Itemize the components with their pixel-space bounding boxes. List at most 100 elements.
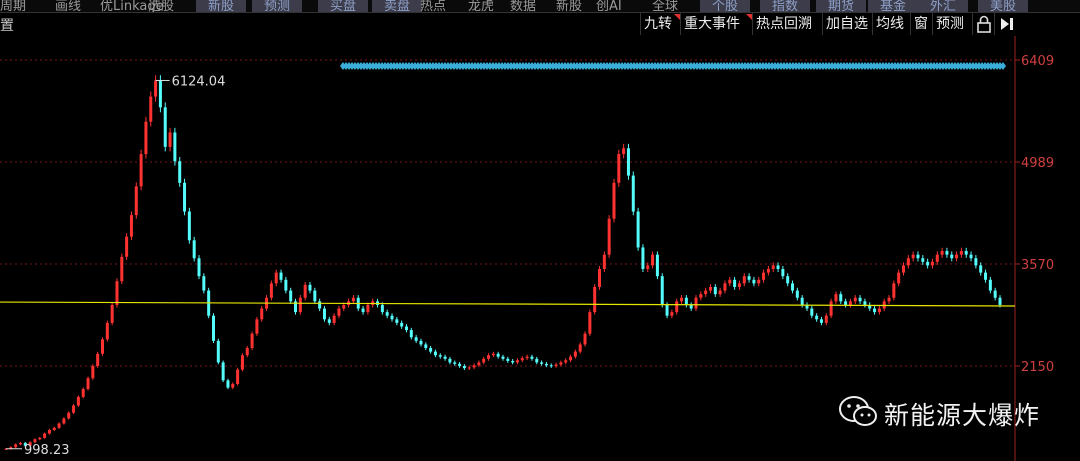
candle-body — [959, 251, 963, 255]
candle-body — [279, 272, 283, 280]
candle-body — [651, 254, 655, 266]
candle-body — [588, 312, 592, 334]
candle-body — [569, 356, 573, 361]
candle-body — [559, 362, 563, 365]
candle-body — [892, 283, 896, 298]
candle-body — [129, 215, 133, 237]
candle-body — [409, 330, 413, 338]
candle-body — [535, 358, 539, 363]
candle-body — [665, 304, 669, 316]
candle-body — [515, 360, 519, 363]
toolbar-button-4[interactable]: 均线 — [872, 13, 911, 35]
candle-body — [660, 276, 664, 305]
candle-body — [950, 254, 954, 259]
candle-body — [298, 297, 302, 313]
candle-body — [120, 256, 124, 282]
candle-body — [385, 312, 389, 316]
candle-body — [540, 362, 544, 364]
candle-body — [776, 265, 780, 270]
toolbar-button-2[interactable]: 热点回溯 — [752, 13, 823, 35]
candle-body — [733, 279, 737, 287]
candle-body — [144, 121, 148, 155]
candle-body — [863, 301, 867, 305]
candle-body — [424, 344, 428, 349]
y-tick-label: 3570 — [1021, 258, 1054, 273]
candle-body — [303, 284, 307, 298]
candle-body — [626, 148, 630, 176]
toolbar-button-3[interactable]: 加自选 — [822, 13, 873, 35]
candle-body — [14, 444, 18, 448]
candle-body — [829, 301, 833, 316]
candle-body — [887, 297, 891, 302]
candle-body — [718, 290, 722, 295]
candle-body — [458, 363, 462, 366]
candle-body — [598, 269, 602, 287]
wechat-icon — [839, 396, 877, 426]
candle-body — [187, 211, 191, 241]
candle-body — [67, 412, 71, 419]
candle-body — [858, 297, 862, 302]
candle-body — [583, 333, 587, 345]
toolbar-button-0[interactable]: 九转 — [640, 13, 681, 35]
candle-body — [844, 301, 848, 305]
y-tick-label: 6409 — [1021, 54, 1054, 69]
candle-body — [110, 304, 114, 323]
candle-body — [955, 254, 959, 259]
toolbar-button-5[interactable]: 窗 — [910, 13, 933, 35]
candle-body — [400, 322, 404, 327]
candle-body — [795, 290, 799, 298]
candle-body — [327, 319, 331, 323]
candle-body — [163, 107, 167, 147]
candle-body — [824, 315, 828, 323]
candle-body — [149, 96, 153, 122]
candle-body — [183, 182, 187, 212]
candle-body — [255, 319, 259, 334]
high-label: 6124.04 — [172, 74, 226, 89]
candle-body — [573, 351, 577, 357]
candle-body — [940, 251, 944, 255]
candle-body — [404, 326, 408, 331]
candle-body — [192, 240, 196, 259]
candle-body — [675, 301, 679, 313]
candle-body — [815, 315, 819, 320]
candle-body — [670, 312, 674, 316]
candle-body — [342, 304, 346, 309]
candle-body — [873, 308, 877, 313]
candle-body — [631, 175, 635, 212]
candle-body — [202, 276, 206, 291]
candle-body — [269, 283, 273, 298]
toolbar-button-label: 预测 — [936, 16, 964, 32]
candle-body — [636, 211, 640, 248]
candle-body — [554, 364, 558, 366]
candle-body — [612, 182, 616, 219]
event-marker[interactable] — [1000, 62, 1006, 70]
next-icon[interactable] — [994, 13, 1021, 35]
candle-body — [289, 290, 293, 302]
toolbar-button-6[interactable]: 预测 — [932, 13, 973, 35]
candle-body — [762, 272, 766, 280]
candle-body — [284, 279, 288, 291]
candle-body — [366, 304, 370, 313]
y-tick-label: 4989 — [1021, 156, 1054, 171]
candle-body — [173, 132, 177, 162]
candle-body — [158, 80, 162, 108]
candle-body — [979, 265, 983, 273]
candle-body — [680, 297, 684, 302]
candle-body — [993, 290, 997, 298]
candle-body — [544, 363, 548, 366]
candle-body — [178, 161, 182, 183]
settings-label[interactable]: 置 — [0, 15, 14, 35]
candle-body — [43, 433, 47, 438]
candle-body — [984, 272, 988, 280]
candle-body — [443, 356, 447, 359]
candle-body — [433, 351, 437, 356]
candle-body — [916, 254, 920, 259]
candle-body — [708, 286, 712, 291]
candle-body — [988, 279, 992, 291]
candle-body — [197, 258, 201, 277]
candle-body — [33, 439, 37, 443]
candle-body — [231, 383, 235, 388]
toolbar-button-1[interactable]: 重大事件 — [680, 13, 753, 35]
candle-body — [501, 356, 505, 359]
y-tick-label: 2150 — [1021, 360, 1054, 375]
